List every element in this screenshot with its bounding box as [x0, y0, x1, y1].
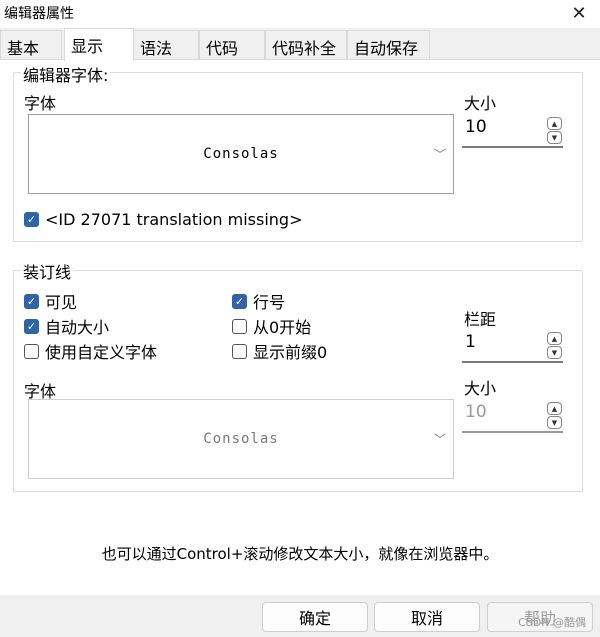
chevron-down-icon: ﹀ — [433, 432, 447, 447]
gutter-font-value: Consolas — [203, 431, 279, 447]
checkbox-checked-icon: ✓ — [24, 212, 39, 227]
gutter-show-prefix-label: 显示前缀0 — [253, 343, 328, 362]
editor-font-select[interactable]: Consolas ﹀ — [28, 114, 454, 194]
gutter-margin-value: 1 — [465, 332, 476, 352]
checkbox-checked-icon: ✓ — [24, 293, 39, 309]
spin-up-icon[interactable]: ▲ — [547, 117, 562, 130]
checkbox-unchecked-icon — [232, 343, 247, 359]
gutter-visible-label: 可见 — [45, 293, 78, 312]
gutter-margin-spinner[interactable]: 1 ▲ ▼ — [462, 329, 563, 363]
editor-size-label: 大小 — [464, 94, 497, 113]
gutter-custom-font-checkbox[interactable]: 使用自定义字体 — [24, 339, 157, 363]
spin-down-icon[interactable]: ▼ — [547, 131, 562, 144]
gutter-auto-size-checkbox[interactable]: ✓ 自动大小 — [24, 314, 109, 338]
ok-button[interactable]: 确定 — [262, 602, 368, 632]
spin-up-icon[interactable]: ▲ — [547, 402, 562, 415]
gutter-line-numbers-label: 行号 — [253, 293, 286, 312]
gutter-custom-font-label: 使用自定义字体 — [45, 343, 158, 362]
translation-missing-label: <ID 27071 translation missing> — [45, 210, 303, 229]
tab-display[interactable]: 显示 — [64, 28, 134, 61]
chevron-down-icon: ﹀ — [433, 147, 447, 162]
editor-font-label: 字体 — [24, 94, 57, 113]
gutter-show-prefix-checkbox[interactable]: 显示前缀0 — [232, 339, 327, 363]
spin-down-icon[interactable]: ▼ — [547, 346, 562, 359]
display-panel: 编辑器字体: 字体 Consolas ﹀ 大小 10 ▲ ▼ ✓ <ID 270… — [0, 59, 600, 595]
checkbox-checked-icon: ✓ — [232, 293, 247, 309]
tab-bar: 基本 显示 语法 代码 代码补全 自动保存 — [0, 28, 600, 61]
gutter-size-value: 10 — [465, 402, 487, 422]
gutter-margin-label: 栏距 — [464, 310, 497, 329]
tab-code-completion[interactable]: 代码补全 — [265, 30, 347, 60]
watermark: CSDN @酷偶 — [518, 616, 586, 629]
tab-basic[interactable]: 基本 — [0, 30, 62, 60]
gutter-start-zero-label: 从0开始 — [253, 318, 312, 337]
editor-font-group-title: 编辑器字体: — [21, 62, 111, 86]
checkbox-checked-icon: ✓ — [24, 318, 39, 334]
window-title: 编辑器属性 — [4, 6, 74, 22]
cancel-button[interactable]: 取消 — [374, 602, 480, 632]
checkbox-unchecked-icon — [232, 318, 247, 334]
gutter-start-zero-checkbox[interactable]: 从0开始 — [232, 314, 311, 338]
gutter-font-select[interactable]: Consolas ﹀ — [28, 399, 454, 479]
gutter-auto-size-label: 自动大小 — [45, 318, 110, 337]
gutter-visible-checkbox[interactable]: ✓ 可见 — [24, 289, 77, 313]
title-bar: 编辑器属性 ✕ — [0, 0, 600, 28]
spin-up-icon[interactable]: ▲ — [547, 332, 562, 345]
close-icon[interactable]: ✕ — [568, 0, 590, 26]
tab-syntax[interactable]: 语法 — [133, 30, 199, 60]
gutter-group-title: 装订线 — [21, 259, 74, 283]
gutter-line-numbers-checkbox[interactable]: ✓ 行号 — [232, 289, 285, 313]
editor-font-value: Consolas — [203, 146, 279, 162]
gutter-size-label: 大小 — [464, 379, 497, 398]
editor-size-spinner[interactable]: 10 ▲ ▼ — [462, 114, 563, 148]
hint-text: 也可以通过Control+滚动修改文本大小，就像在浏览器中。 — [101, 545, 499, 563]
checkbox-unchecked-icon — [24, 343, 39, 359]
tab-code[interactable]: 代码 — [199, 30, 265, 60]
gutter-size-spinner[interactable]: 10 ▲ ▼ — [462, 399, 563, 433]
editor-size-value: 10 — [465, 117, 487, 137]
tab-autosave[interactable]: 自动保存 — [347, 30, 430, 60]
spin-down-icon[interactable]: ▼ — [547, 416, 562, 429]
translation-missing-checkbox[interactable]: ✓ <ID 27071 translation missing> — [24, 210, 302, 229]
